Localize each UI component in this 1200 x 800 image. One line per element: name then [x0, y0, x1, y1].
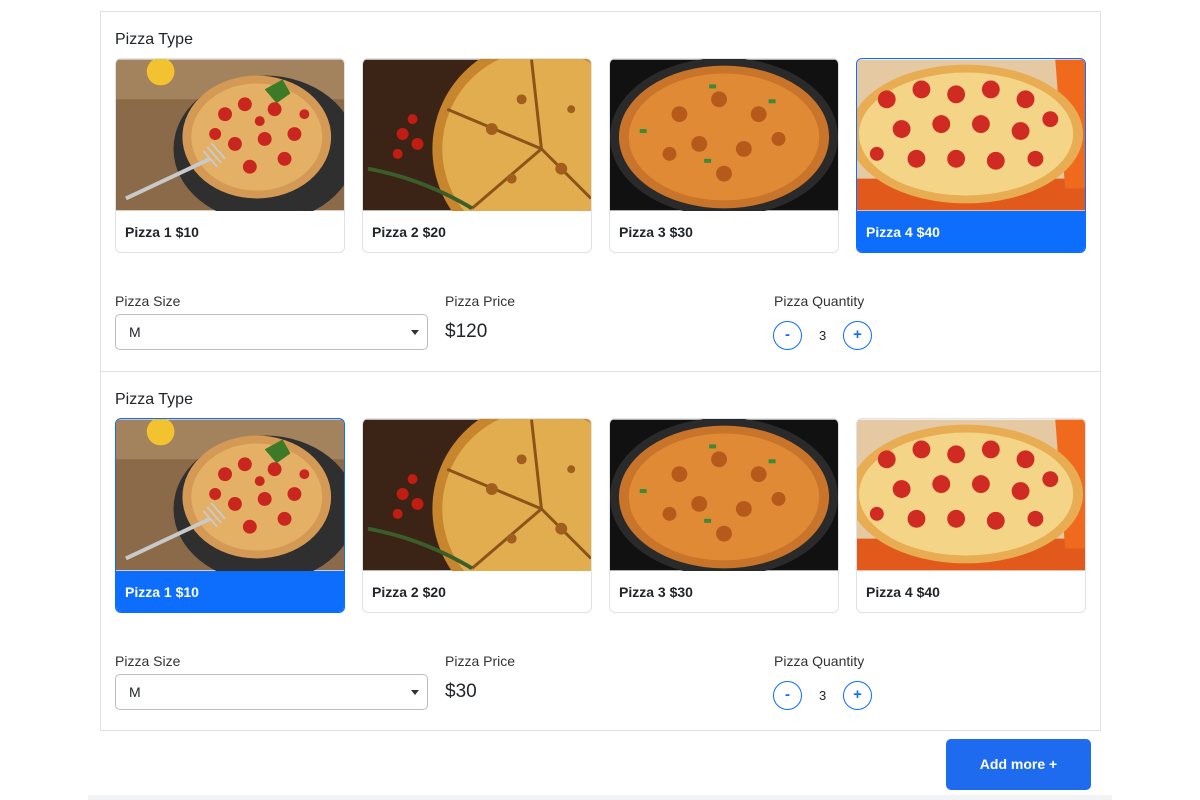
pizza-3-image [610, 59, 838, 211]
pizza-size-value: M [129, 324, 141, 340]
pizza-2-image [363, 59, 591, 211]
pizza-option-label: Pizza 1 $10 [116, 571, 344, 612]
pizza-option-label: Pizza 3 $30 [619, 584, 693, 600]
pizza-4-image [857, 419, 1085, 571]
pizza-order-section: Pizza Type Pizza 1 $10 Pizza 2 $20 Pizza… [100, 11, 1101, 371]
quantity-increment-button[interactable]: + [843, 321, 872, 350]
pizza-option-label: Pizza 1 $10 [125, 224, 199, 240]
pizza-price-value: $30 [445, 681, 477, 702]
pizza-price-label: Pizza Price [445, 653, 516, 669]
pizza-1-image [116, 59, 344, 211]
quantity-decrement-button[interactable]: - [773, 681, 802, 710]
pizza-option-2[interactable]: Pizza 2 $20 [362, 58, 592, 253]
pizza-option-3[interactable]: Pizza 3 $30 [609, 58, 839, 253]
add-more-button[interactable]: Add more + [946, 739, 1091, 790]
pizza-option-label: Pizza 3 $30 [619, 224, 693, 240]
pizza-option-1[interactable]: Pizza 1 $10 [115, 58, 345, 253]
quantity-increment-button[interactable]: + [843, 681, 872, 710]
pizza-option-4[interactable]: Pizza 4 $40 [856, 418, 1086, 613]
quantity-decrement-button[interactable]: - [773, 321, 802, 350]
pizza-option-label: Pizza 2 $20 [372, 224, 446, 240]
pizza-price-value: $120 [445, 321, 488, 342]
pizza-type-label: Pizza Type [115, 31, 193, 48]
pizza-price-label: Pizza Price [445, 293, 516, 309]
pizza-3-image [610, 419, 838, 571]
pizza-option-label: Pizza 2 $20 [372, 584, 446, 600]
pizza-option-3[interactable]: Pizza 3 $30 [609, 418, 839, 613]
pizza-quantity-label: Pizza Quantity [774, 293, 865, 309]
pizza-order-section: Pizza Type Pizza 1 $10 Pizza 2 $20 Pizza… [100, 371, 1101, 731]
quantity-value: 3 [819, 328, 827, 343]
pizza-size-select[interactable]: M [115, 674, 428, 710]
chevron-down-icon [411, 690, 419, 695]
pizza-option-label: Pizza 4 $40 [866, 584, 940, 600]
pizza-4-image [857, 59, 1085, 211]
pizza-option-4[interactable]: Pizza 4 $40 [856, 58, 1086, 253]
pizza-size-value: M [129, 684, 141, 700]
quantity-value: 3 [819, 688, 827, 703]
pizza-size-select[interactable]: M [115, 314, 428, 350]
pizza-size-label: Pizza Size [115, 293, 181, 309]
pizza-option-2[interactable]: Pizza 2 $20 [362, 418, 592, 613]
pizza-1-image [116, 419, 344, 571]
pizza-option-1[interactable]: Pizza 1 $10 [115, 418, 345, 613]
pizza-2-image [363, 419, 591, 571]
pizza-type-label: Pizza Type [115, 391, 193, 408]
chevron-down-icon [411, 330, 419, 335]
footer-divider [88, 795, 1112, 800]
pizza-option-label: Pizza 4 $40 [857, 211, 1085, 252]
pizza-size-label: Pizza Size [115, 653, 181, 669]
pizza-quantity-label: Pizza Quantity [774, 653, 865, 669]
